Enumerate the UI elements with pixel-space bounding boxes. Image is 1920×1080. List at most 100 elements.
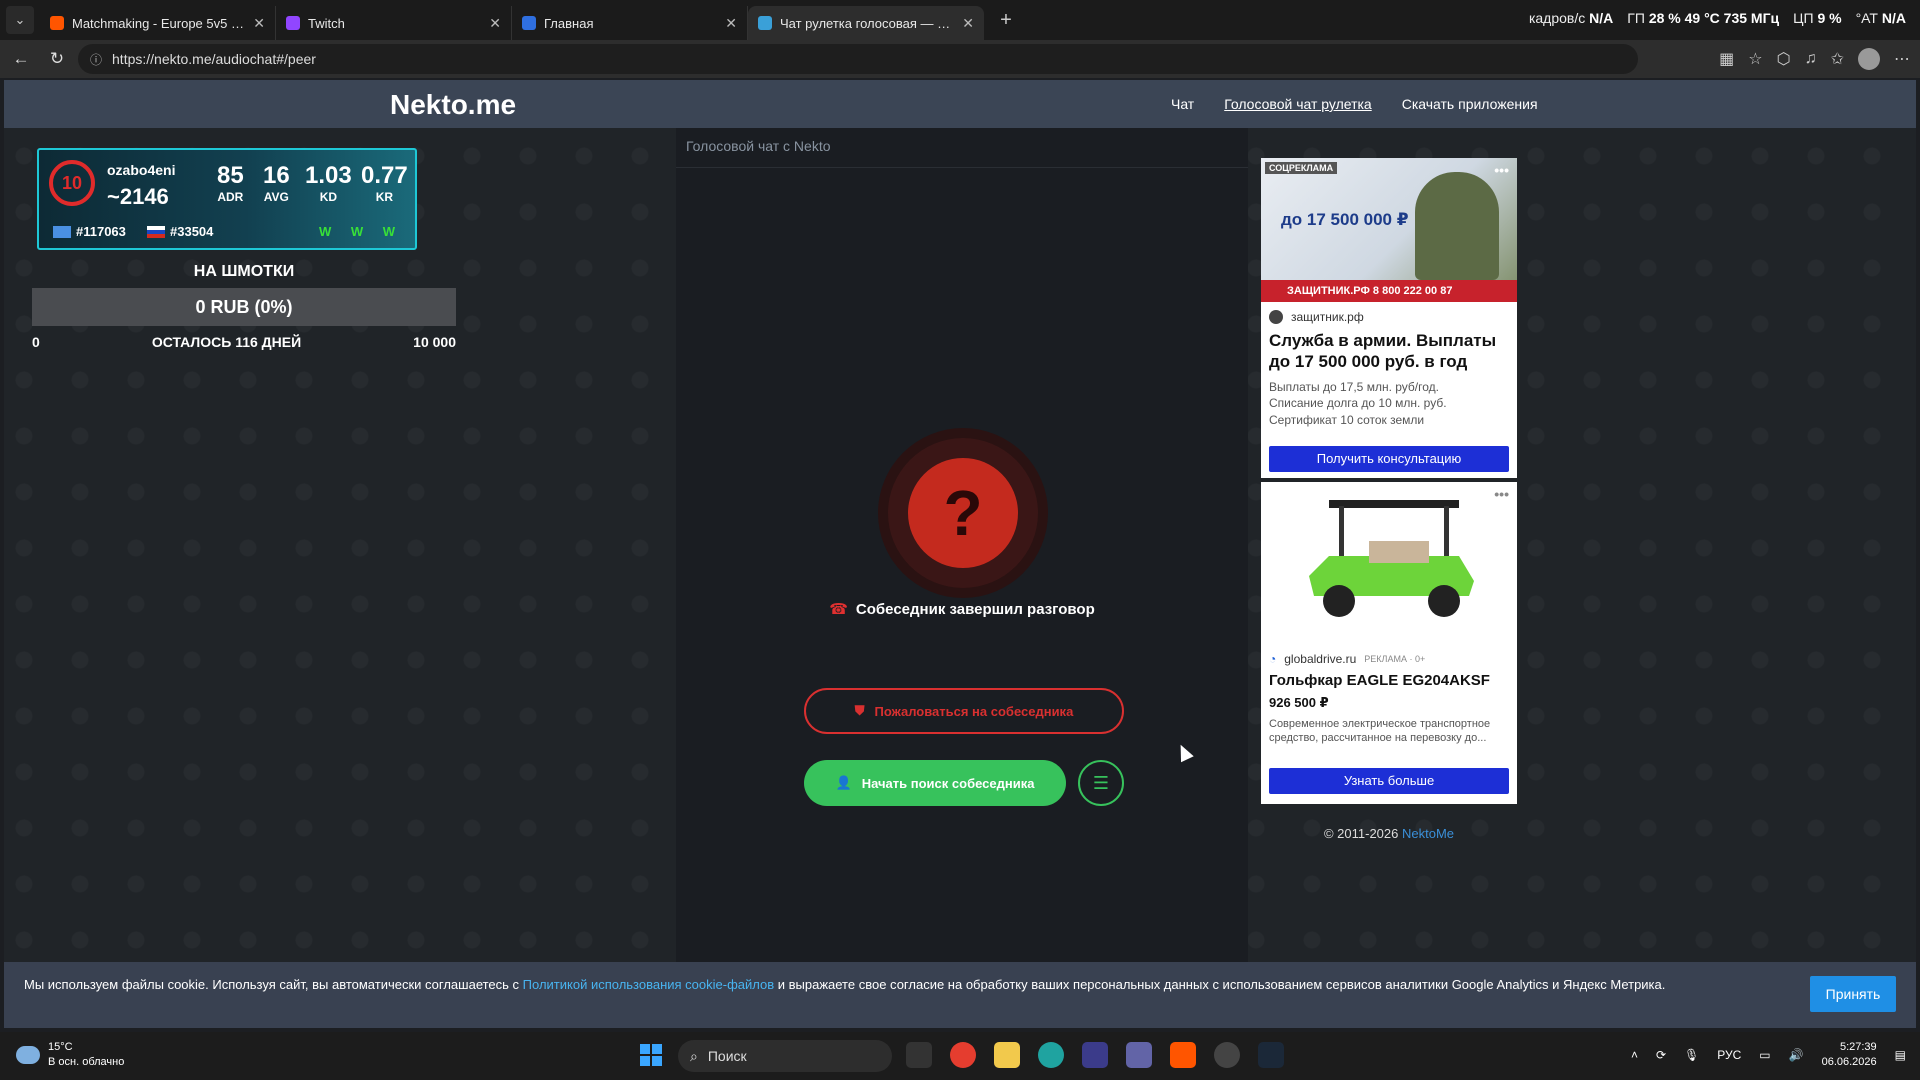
ad-domain: защитник.рф <box>1261 302 1517 324</box>
cookie-policy-link[interactable]: Политикой использования cookie-файлов <box>523 977 774 992</box>
ad-golf-cart[interactable]: ••• ◔ globaldrive.ru РЕКЛАМА · 0+ Гольфк… <box>1261 482 1517 804</box>
stat-kr: 0.77 KR <box>361 162 408 204</box>
close-icon[interactable]: ✕ <box>489 15 501 32</box>
globaldrive-logo-icon: ◔ <box>1269 652 1277 666</box>
tab-actions-chevron-icon[interactable]: ⌄ <box>6 6 34 34</box>
media-icon[interactable]: ♫ <box>1805 50 1817 68</box>
faceit-stats-widget: 10 ozabo4eni ~2146 85 ADR 16 AVG 1.03 KD… <box>37 148 417 250</box>
ad-army-service[interactable]: СОЦРЕКЛАМА ••• до 17 500 000 ₽ ЗАЩИТНИК.… <box>1261 158 1517 478</box>
close-icon[interactable]: ✕ <box>253 15 265 32</box>
goal-remaining: ОСТАЛОСЬ 116 ДНЕЙ <box>151 334 302 350</box>
site-info-icon[interactable]: ⓘ <box>90 51 102 68</box>
ad-learn-more-button[interactable]: Узнать больше <box>1269 768 1509 794</box>
network-icon[interactable]: ▭ <box>1759 1048 1770 1062</box>
player-elo: ~2146 <box>107 184 169 209</box>
shield-alert-icon: ⛊ <box>854 703 865 718</box>
nav-download-apps[interactable]: Скачать приложения <box>1402 96 1538 112</box>
search-settings-sliders-icon[interactable]: ☰ <box>1078 760 1124 806</box>
extensions-icon[interactable]: ⬡ <box>1777 49 1791 69</box>
start-windows-icon[interactable] <box>640 1044 662 1066</box>
arrow-circle-icon <box>1269 310 1283 324</box>
volume-icon[interactable]: 🔊 <box>1789 1048 1804 1062</box>
tab-title: Чат рулетка голосовая — NektoMe <box>780 15 954 31</box>
favorite-star-icon[interactable]: ☆ <box>1748 49 1762 69</box>
ad-consult-button[interactable]: Получить консультацию <box>1269 446 1509 472</box>
search-icon: ⌕ <box>690 1047 698 1064</box>
tab-home[interactable]: Главная ✕ <box>512 6 748 40</box>
golf-cart-image[interactable]: ••• <box>1261 482 1517 644</box>
input-language[interactable]: РУС <box>1717 1048 1741 1062</box>
web-page: Nekto.me Чат Голосовой чат рулетка Скача… <box>4 80 1916 1028</box>
taskbar-search[interactable]: ⌕ Поиск <box>678 1040 892 1072</box>
goal-max: 10 000 <box>413 334 456 350</box>
user-search-icon: 👤 <box>835 775 852 790</box>
clock[interactable]: 5:27:39 06.06.2026 <box>1822 1040 1877 1070</box>
recent-results: W W W <box>319 224 404 239</box>
steam-icon[interactable] <box>1258 1042 1284 1068</box>
sync-icon[interactable]: ⟳ <box>1656 1048 1666 1062</box>
hangup-phone-icon: ☎ <box>829 601 848 618</box>
cloud-icon <box>16 1046 40 1065</box>
performance-overlay: кадров/с N/A ГП 28 % 49 °C 735 МГц ЦП 9 … <box>1528 10 1906 26</box>
stat-adr: 85 ADR <box>217 162 244 204</box>
tab-nekto-audiochat[interactable]: Чат рулетка голосовая — NektoMe ✕ <box>748 6 984 40</box>
ad-banner-image[interactable]: СОЦРЕКЛАМА ••• до 17 500 000 ₽ ЗАЩИТНИК.… <box>1261 158 1517 302</box>
tab-title: Главная <box>544 15 594 31</box>
cookie-text: Мы используем файлы cookie. Используя са… <box>24 977 1666 992</box>
russia-flag-icon <box>147 225 165 238</box>
yandex-browser-icon[interactable] <box>906 1042 932 1068</box>
tab-twitch[interactable]: Twitch ✕ <box>276 6 512 40</box>
reader-view-icon[interactable]: ▦ <box>1719 49 1734 69</box>
footer-nektome-link[interactable]: NektoMe <box>1402 826 1454 841</box>
file-explorer-icon[interactable] <box>994 1042 1020 1068</box>
voice-chat-panel: Голосовой чат с Nekto ? ☎ Собеседник заве… <box>676 128 1248 1028</box>
ad-banner-amount: до 17 500 000 ₽ <box>1281 210 1409 229</box>
back-arrow-icon[interactable]: ← <box>6 44 36 74</box>
question-mark-icon: ? <box>908 458 1018 568</box>
profile-avatar[interactable] <box>1858 48 1880 70</box>
reload-icon[interactable]: ↻ <box>42 44 72 74</box>
ad-title[interactable]: Гольфкар EAGLE EG204AKSF <box>1261 666 1517 691</box>
close-icon[interactable]: ✕ <box>725 15 737 32</box>
call-status: ☎ Собеседник завершил разговор <box>829 601 1095 618</box>
goal-title: НА ШМОТКИ <box>193 263 295 280</box>
faceit-app-icon[interactable] <box>1170 1042 1196 1068</box>
edge-icon[interactable] <box>1038 1042 1064 1068</box>
faceit-favicon-icon <box>50 16 64 30</box>
ad-more-icon[interactable]: ••• <box>1494 162 1509 178</box>
goal-progress-bar: 0 RUB (0%) <box>32 288 456 326</box>
tab-matchmaking[interactable]: Matchmaking - Europe 5v5 Queue ✕ <box>40 6 276 40</box>
world-flag-icon <box>53 225 71 238</box>
start-search-button[interactable]: 👤 Начать поиск собеседника <box>804 760 1066 806</box>
faceit-level-badge: 10 <box>49 160 95 206</box>
new-tab-plus-icon[interactable]: + <box>992 6 1020 34</box>
world-rank: #117063 <box>53 224 126 239</box>
more-menu-icon[interactable]: ⋯ <box>1894 49 1910 69</box>
cookie-banner: Мы используем файлы cookie. Используя са… <box>4 962 1916 1028</box>
yandex-icon[interactable] <box>950 1042 976 1068</box>
accept-cookies-button[interactable]: Принять <box>1810 976 1896 1012</box>
soldier-image <box>1415 172 1499 280</box>
site-logo[interactable]: Nekto.me <box>390 89 516 121</box>
chrome-like-icon[interactable] <box>1214 1042 1240 1068</box>
nav-voice-roulette[interactable]: Голосовой чат рулетка <box>1224 96 1371 112</box>
goal-min: 0 <box>32 334 40 350</box>
notifications-icon[interactable]: ▤ <box>1895 1048 1906 1062</box>
game-controller-icon[interactable] <box>1082 1042 1108 1068</box>
ad-title[interactable]: Служба в армии. Выплаты до 17 500 000 ру… <box>1261 324 1517 373</box>
weather-widget[interactable]: 15°C В осн. облачно <box>16 1040 124 1071</box>
favorites-list-icon[interactable]: ✩ <box>1831 49 1844 69</box>
home-favicon-icon <box>522 16 536 30</box>
nav-chat[interactable]: Чат <box>1171 96 1194 112</box>
microphone-icon[interactable]: 🎙 <box>1684 1048 1699 1062</box>
close-icon[interactable]: ✕ <box>962 15 974 32</box>
address-bar-row: ← ↻ ⓘ https://nekto.me/audiochat#/peer ▦… <box>0 40 1920 78</box>
twitch-favicon-icon <box>286 16 300 30</box>
chevron-up-icon[interactable]: ˄ <box>1631 1048 1638 1062</box>
report-peer-button[interactable]: ⛊ Пожаловаться на собеседника <box>804 688 1124 734</box>
teams-icon[interactable] <box>1126 1042 1152 1068</box>
url-field[interactable]: ⓘ https://nekto.me/audiochat#/peer <box>78 44 1638 74</box>
ad-more-icon[interactable]: ••• <box>1494 486 1509 502</box>
system-tray: ˄ ⟳ 🎙 РУС ▭ 🔊 5:27:39 06.06.2026 ▤ <box>1631 1040 1906 1070</box>
tab-title: Matchmaking - Europe 5v5 Queue <box>72 15 245 31</box>
